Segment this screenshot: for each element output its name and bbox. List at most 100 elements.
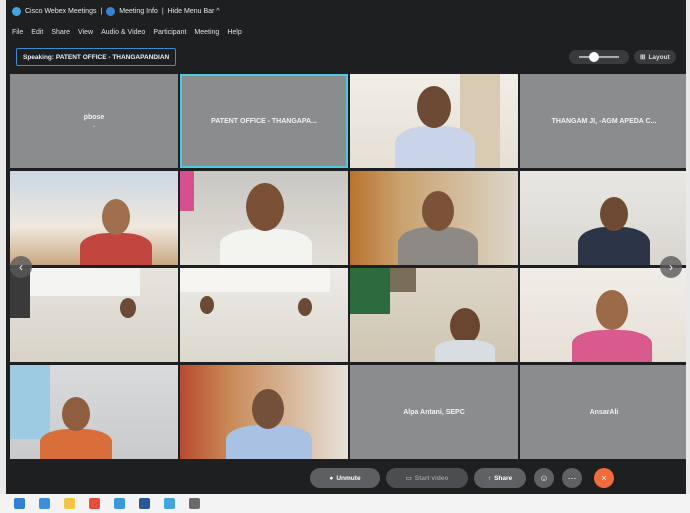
menu-meeting[interactable]: Meeting	[194, 29, 219, 36]
participant-video-tile[interactable]	[10, 365, 178, 459]
flowers-decoration	[180, 171, 194, 211]
unmute-label: Unmute	[336, 474, 361, 482]
camera-icon: ▭	[405, 475, 412, 482]
participant-video-tile[interactable]	[520, 171, 686, 265]
participant-head	[200, 296, 214, 314]
menu-help[interactable]: Help	[227, 29, 241, 36]
participant-name: PATENT OFFICE - THANGAPA...	[211, 117, 317, 125]
green-chair	[350, 268, 390, 314]
info-icon	[106, 6, 116, 16]
participant-video-tile[interactable]	[520, 268, 686, 362]
menu-participant[interactable]: Participant	[153, 29, 186, 36]
file-explorer-icon[interactable]	[64, 498, 75, 509]
os-taskbar	[0, 494, 690, 513]
video-grid: pbose ⌄ PATENT OFFICE - THANGAPA... THAN…	[10, 74, 686, 460]
participant-video-tile[interactable]	[350, 74, 518, 168]
more-options-button[interactable]: ⋯	[562, 468, 582, 488]
title-separator: |	[100, 7, 103, 15]
share-label: Share	[494, 474, 513, 482]
word-icon[interactable]	[139, 498, 150, 509]
webex-logo-icon	[12, 6, 21, 16]
participant-head	[120, 298, 136, 318]
zoom-slider[interactable]	[569, 50, 629, 64]
participant-video-tile[interactable]	[350, 268, 518, 362]
participant-tile-active-speaker[interactable]: PATENT OFFICE - THANGAPA...	[180, 74, 348, 168]
share-button[interactable]: ↑ Share	[474, 468, 526, 488]
menu-audio-video[interactable]: Audio & Video	[101, 29, 145, 36]
participant-body	[398, 227, 478, 265]
menu-file[interactable]: File	[12, 29, 23, 36]
taskview-icon[interactable]	[39, 498, 50, 509]
participant-head	[62, 397, 90, 431]
webex-taskbar-icon[interactable]	[164, 498, 175, 509]
participant-video-tile[interactable]	[350, 171, 518, 265]
participant-name: Alpa Antani, SEPC	[403, 408, 465, 416]
meeting-info-button[interactable]: Meeting Info	[119, 8, 158, 15]
participant-head	[450, 308, 480, 344]
participant-body	[395, 126, 475, 168]
participant-head	[252, 389, 284, 429]
participant-head	[102, 199, 130, 235]
chair-back	[10, 365, 50, 439]
webex-window: Cisco Webex Meetings | Meeting Info | Hi…	[6, 0, 686, 494]
participant-video-tile[interactable]	[180, 365, 348, 459]
menu-view[interactable]: View	[78, 29, 93, 36]
participant-video-tile[interactable]	[180, 268, 348, 362]
participants-button[interactable]: ☺	[534, 468, 554, 488]
menu-share[interactable]: Share	[51, 29, 70, 36]
participant-tile[interactable]: Alpa Antani, SEPC	[350, 365, 518, 459]
participants-icon: ☺	[539, 473, 549, 483]
app-title: Cisco Webex Meetings	[25, 7, 97, 15]
conference-table	[180, 268, 330, 292]
grid-icon: ⊞	[640, 54, 646, 61]
view-controls: ⊞ Layout	[569, 50, 676, 64]
edge-icon[interactable]	[114, 498, 125, 509]
hide-menu-bar-button[interactable]: Hide Menu Bar ^	[168, 8, 220, 15]
participant-video-tile[interactable]	[180, 171, 348, 265]
participant-body	[220, 229, 312, 265]
participant-body	[578, 227, 650, 265]
participant-body	[226, 425, 312, 459]
participant-name: THANGAM JI, -AGM APEDA C...	[551, 117, 657, 125]
participant-head	[422, 191, 454, 231]
menu-edit[interactable]: Edit	[31, 29, 43, 36]
participant-video-tile[interactable]	[10, 171, 178, 265]
start-video-label: Start video	[414, 474, 449, 482]
participant-body	[572, 330, 652, 362]
participant-body	[435, 340, 495, 362]
participant-head	[596, 290, 628, 330]
unmute-button[interactable]: ● Unmute	[310, 468, 380, 488]
zoom-knob[interactable]	[589, 52, 599, 62]
participant-name: pbose	[83, 113, 105, 121]
title-separator-2: |	[161, 7, 164, 15]
participant-head	[246, 183, 284, 231]
prev-page-arrow-icon[interactable]: ‹	[10, 256, 32, 278]
participant-head	[417, 86, 451, 128]
layout-label: Layout	[648, 53, 670, 61]
participant-body	[80, 233, 152, 265]
title-bar: Cisco Webex Meetings | Meeting Info | Hi…	[6, 0, 686, 22]
leave-meeting-button[interactable]: ×	[594, 468, 614, 488]
microphone-icon: ●	[329, 474, 334, 482]
participant-video-tile[interactable]	[10, 268, 178, 362]
start-menu-icon[interactable]	[14, 498, 25, 509]
participant-body	[40, 429, 112, 459]
muted-icon: ⌄	[91, 122, 97, 129]
active-speaker-label: Speaking: PATENT OFFICE - THANGAPANDIAN	[16, 48, 177, 66]
participant-name: AnsarAli	[589, 408, 619, 416]
participant-tile[interactable]: THANGAM JI, -AGM APEDA C...	[520, 74, 686, 168]
close-icon: ×	[601, 473, 607, 483]
start-video-button[interactable]: ▭ Start video	[386, 468, 468, 488]
menu-bar: File Edit Share View Audio & Video Parti…	[6, 22, 686, 42]
participant-tile[interactable]: AnsarAli	[520, 365, 686, 459]
app-icon[interactable]	[189, 498, 200, 509]
more-options-icon: ⋯	[567, 472, 577, 483]
layout-button[interactable]: ⊞ Layout	[634, 50, 676, 64]
participant-head	[298, 298, 312, 316]
participant-tile[interactable]: pbose ⌄	[10, 74, 178, 168]
participant-head	[600, 197, 628, 231]
share-icon: ↑	[487, 474, 492, 482]
chrome-icon[interactable]	[89, 498, 100, 509]
next-page-arrow-icon[interactable]: ›	[660, 256, 682, 278]
zoom-track	[579, 56, 619, 58]
